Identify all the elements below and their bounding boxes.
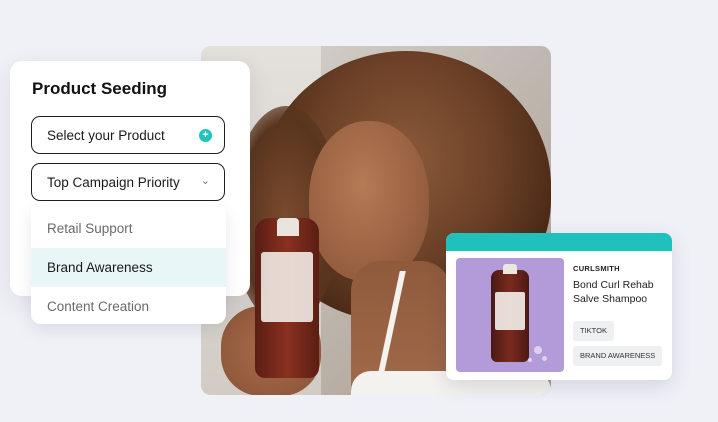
campaign-priority-select[interactable]: Top Campaign Priority ⌄ <box>31 163 225 201</box>
dropdown-option-label: Content Creation <box>47 299 150 314</box>
campaign-priority-dropdown: Retail Support Brand Awareness Content C… <box>31 207 226 324</box>
product-image <box>456 258 564 372</box>
product-bottle-cap <box>503 264 517 274</box>
dropdown-option-content-creation[interactable]: Content Creation <box>31 287 226 326</box>
dropdown-option-label: Retail Support <box>47 221 133 236</box>
product-card[interactable]: CURLSMITH Bond Curl Rehab Salve Shampoo … <box>446 233 672 380</box>
product-bottle-label <box>495 292 525 330</box>
product-brand: CURLSMITH <box>573 264 620 273</box>
plus-circle-icon[interactable]: + <box>199 129 212 142</box>
card-accent-band <box>446 233 672 251</box>
panel-title: Product Seeding <box>32 79 168 98</box>
campaign-priority-label: Top Campaign Priority <box>47 175 180 190</box>
tag-brand-awareness: BRAND AWARENESS <box>573 346 663 366</box>
dropdown-option-retail-support[interactable]: Retail Support <box>31 209 226 248</box>
select-product-field[interactable]: Select your Product + <box>31 116 225 154</box>
bubble-decoration <box>542 356 547 361</box>
select-product-label: Select your Product <box>47 128 165 143</box>
photo-face <box>309 121 429 281</box>
bubble-decoration <box>528 358 532 362</box>
photo-bottle-label <box>261 252 313 322</box>
chevron-down-icon[interactable]: ⌄ <box>201 174 210 187</box>
product-name: Bond Curl Rehab Salve Shampoo <box>573 279 654 305</box>
dropdown-option-brand-awareness[interactable]: Brand Awareness <box>31 248 226 287</box>
photo-bottle-cap <box>277 218 299 236</box>
dropdown-option-label: Brand Awareness <box>47 260 153 275</box>
tag-tiktok: TIKTOK <box>573 321 614 341</box>
bubble-decoration <box>534 346 542 354</box>
